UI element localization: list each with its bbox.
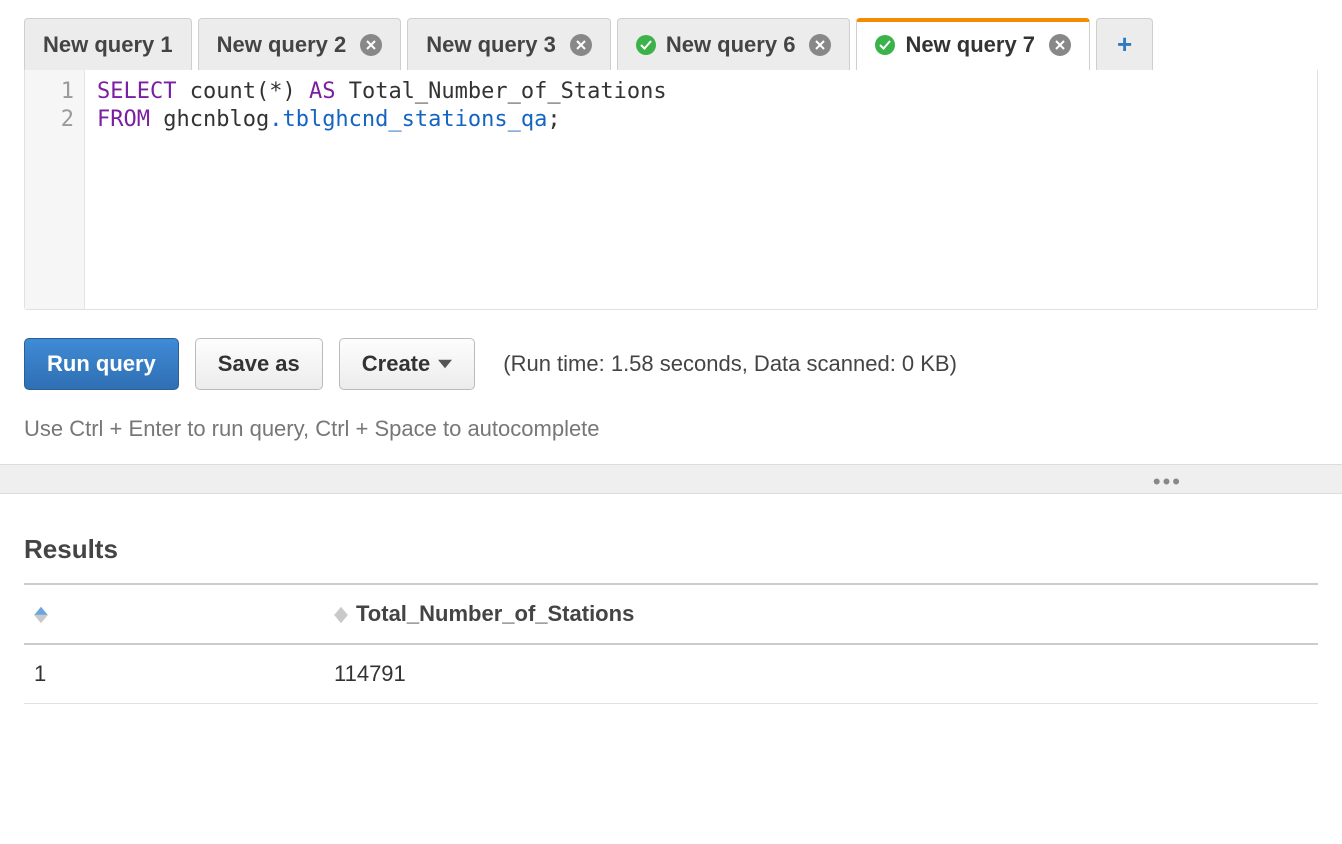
- results-section: Results Total_Number_of_Stations 1114791: [0, 494, 1342, 704]
- code-token: Total_Number_of_Stations: [349, 79, 667, 104]
- run-query-button[interactable]: Run query: [24, 338, 179, 390]
- close-icon[interactable]: [570, 34, 592, 56]
- code-token: tblghcnd_stations_qa: [282, 107, 547, 132]
- close-icon[interactable]: [809, 34, 831, 56]
- cell: 114791: [324, 644, 1318, 704]
- results-title: Results: [24, 534, 1318, 565]
- sort-icon: [34, 606, 48, 624]
- check-circle-icon: [875, 35, 895, 55]
- line-number: 1: [25, 78, 74, 106]
- row-index: 1: [24, 644, 324, 704]
- code-line: SELECT count(*) AS Total_Number_of_Stati…: [97, 78, 1305, 106]
- code-token: [176, 79, 189, 104]
- create-button-label: Create: [362, 351, 430, 377]
- query-tab[interactable]: New query 1: [24, 18, 192, 70]
- results-body: 1114791: [24, 644, 1318, 704]
- chevron-down-icon: [438, 351, 452, 377]
- tab-label: New query 2: [217, 32, 347, 58]
- add-tab-button[interactable]: +: [1096, 18, 1153, 70]
- code-token: .: [269, 107, 282, 132]
- query-tab[interactable]: New query 3: [407, 18, 611, 70]
- editor-gutter: 12: [25, 70, 85, 309]
- tab-label: New query 1: [43, 32, 173, 58]
- column-label: Total_Number_of_Stations: [356, 601, 634, 626]
- code-token: [335, 79, 348, 104]
- query-tab[interactable]: New query 7: [856, 18, 1090, 70]
- code-token: [150, 107, 163, 132]
- drag-handle-icon: •••: [1153, 469, 1182, 495]
- code-token: ghcnblog: [163, 107, 269, 132]
- code-token: SELECT: [97, 79, 176, 104]
- results-resize-bar[interactable]: •••: [0, 464, 1342, 494]
- query-tab[interactable]: New query 6: [617, 18, 851, 70]
- table-row: 1114791: [24, 644, 1318, 704]
- tab-label: New query 7: [905, 32, 1035, 58]
- code-line: FROM ghcnblog.tblghcnd_stations_qa;: [97, 106, 1305, 134]
- code-token: AS: [309, 79, 336, 104]
- query-tabs: New query 1 New query 2 New query 3 New que…: [0, 0, 1342, 70]
- close-icon[interactable]: [1049, 34, 1071, 56]
- code-token: ;: [547, 107, 560, 132]
- editor-toolbar: Run query Save as Create (Run time: 1.58…: [0, 310, 1342, 398]
- code-token: [296, 79, 309, 104]
- results-table: Total_Number_of_Stations 1114791: [24, 583, 1318, 704]
- sql-editor[interactable]: 12 SELECT count(*) AS Total_Number_of_St…: [24, 70, 1318, 310]
- results-header-row: Total_Number_of_Stations: [24, 584, 1318, 644]
- tab-label: New query 6: [666, 32, 796, 58]
- code-token: count(*): [190, 79, 296, 104]
- code-token: FROM: [97, 107, 150, 132]
- check-circle-icon: [636, 35, 656, 55]
- plus-icon: +: [1117, 29, 1132, 60]
- keyboard-hint: Use Ctrl + Enter to run query, Ctrl + Sp…: [0, 398, 1342, 464]
- run-info-text: (Run time: 1.58 seconds, Data scanned: 0…: [503, 351, 957, 377]
- query-tab[interactable]: New query 2: [198, 18, 402, 70]
- line-number: 2: [25, 106, 74, 134]
- editor-code[interactable]: SELECT count(*) AS Total_Number_of_Stati…: [85, 70, 1317, 309]
- column-header[interactable]: Total_Number_of_Stations: [324, 584, 1318, 644]
- create-button[interactable]: Create: [339, 338, 475, 390]
- tab-label: New query 3: [426, 32, 556, 58]
- close-icon[interactable]: [360, 34, 382, 56]
- sort-icon: [334, 606, 348, 624]
- column-header[interactable]: [24, 584, 324, 644]
- save-as-button[interactable]: Save as: [195, 338, 323, 390]
